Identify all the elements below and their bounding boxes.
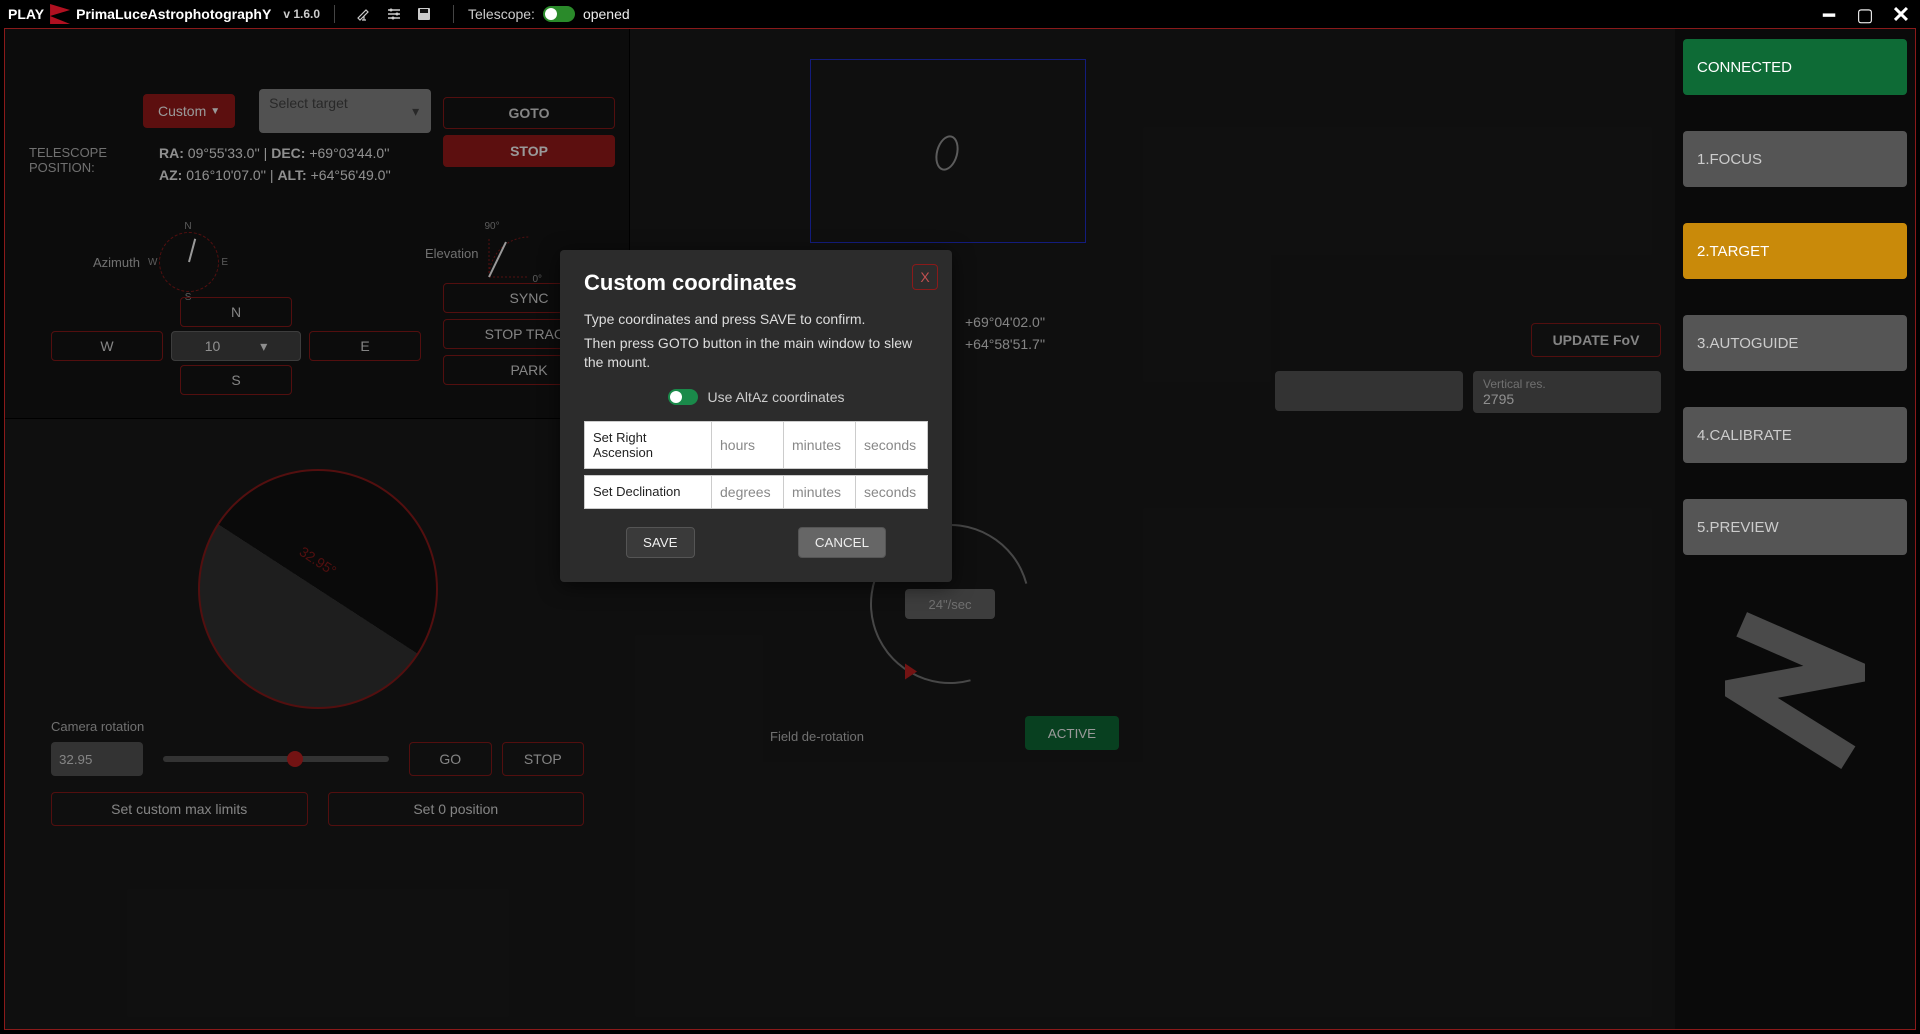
modal-help-2: Then press GOTO button in the main windo… bbox=[584, 334, 928, 373]
connected-status[interactable]: CONNECTED bbox=[1683, 39, 1907, 95]
preview-frame bbox=[810, 59, 1086, 243]
speed-select[interactable]: 10▾ bbox=[171, 331, 301, 361]
telescope-status: opened bbox=[583, 6, 630, 22]
title-bar: PLAY PrimaLuceAstrophotographY v 1.6.0 T… bbox=[0, 0, 1920, 28]
ra-label: Set Right Ascension bbox=[584, 421, 712, 469]
dec-degrees-input[interactable] bbox=[712, 475, 784, 509]
dec-label: Set Declination bbox=[584, 475, 712, 509]
target-placeholder: Select target bbox=[269, 95, 348, 111]
nav-focus[interactable]: 1.FOCUS bbox=[1683, 131, 1907, 187]
update-fov-button[interactable]: UPDATE FoV bbox=[1531, 323, 1661, 357]
elevation-dial: 90° 0° bbox=[484, 221, 534, 285]
brand-play: PLAY bbox=[8, 6, 44, 22]
north-button[interactable]: N bbox=[180, 297, 292, 327]
res-box-2[interactable] bbox=[1275, 371, 1463, 411]
south-button[interactable]: S bbox=[180, 365, 292, 395]
rotator-dial: 32.95° bbox=[198, 469, 438, 709]
telescope-toggle[interactable] bbox=[543, 6, 575, 22]
dec-seconds-input[interactable] bbox=[856, 475, 928, 509]
direction-pad: N W 10▾ E S bbox=[41, 293, 431, 399]
maximize-button[interactable]: ▢ bbox=[1852, 5, 1878, 26]
camera-rotation-label: Camera rotation bbox=[51, 719, 584, 734]
telescope-icon[interactable] bbox=[355, 5, 373, 23]
ra-row: Set Right Ascension bbox=[584, 421, 928, 469]
custom-dropdown[interactable]: Custom▼ bbox=[143, 94, 235, 128]
chevron-down-icon: ▾ bbox=[260, 338, 267, 355]
position-label: TELESCOPE POSITION: bbox=[29, 145, 107, 175]
rotation-input[interactable] bbox=[51, 742, 143, 776]
rotation-slider[interactable] bbox=[163, 756, 389, 762]
version-label: v 1.6.0 bbox=[283, 7, 320, 21]
custom-coordinates-modal: Custom coordinates X Type coordinates an… bbox=[560, 250, 952, 582]
modal-help-1: Type coordinates and press SAVE to confi… bbox=[584, 310, 928, 330]
app-frame: Custom▼ Select target ▾ GOTO STOP TELESC… bbox=[4, 28, 1916, 1030]
altaz-toggle-label: Use AltAz coordinates bbox=[708, 389, 845, 405]
telescope-label: Telescope: bbox=[468, 6, 535, 22]
separator bbox=[334, 5, 335, 23]
vertical-res-box[interactable]: Vertical res. 2795 bbox=[1473, 371, 1661, 413]
stop-button[interactable]: STOP bbox=[443, 135, 615, 167]
east-button[interactable]: E bbox=[309, 331, 421, 361]
target-coords: +69°04'02.0'' +64°58'51.7'' bbox=[965, 314, 1045, 352]
brand-logo-large-icon bbox=[1683, 591, 1907, 791]
nav-calibrate[interactable]: 4.CALIBRATE bbox=[1683, 407, 1907, 463]
save-icon[interactable] bbox=[415, 5, 433, 23]
set-limits-button[interactable]: Set custom max limits bbox=[51, 792, 308, 826]
nav-preview[interactable]: 5.PREVIEW bbox=[1683, 499, 1907, 555]
close-button[interactable]: ✕ bbox=[1888, 2, 1914, 28]
modal-title: Custom coordinates bbox=[584, 270, 928, 296]
modal-save-button[interactable]: SAVE bbox=[626, 527, 695, 558]
altaz-toggle[interactable] bbox=[668, 389, 698, 405]
nav-autoguide[interactable]: 3.AUTOGUIDE bbox=[1683, 315, 1907, 371]
modal-close-button[interactable]: X bbox=[912, 264, 938, 290]
ra-minutes-input[interactable] bbox=[784, 421, 856, 469]
derotator-marker-icon bbox=[905, 664, 917, 680]
dec-minutes-input[interactable] bbox=[784, 475, 856, 509]
azimuth-label: Azimuth bbox=[93, 255, 140, 270]
brand-name: PrimaLuceAstrophotographY bbox=[76, 6, 271, 22]
west-button[interactable]: W bbox=[51, 331, 163, 361]
azimuth-dial bbox=[159, 232, 219, 292]
elevation-label: Elevation bbox=[425, 246, 478, 261]
goto-button[interactable]: GOTO bbox=[443, 97, 615, 129]
rotator-stop-button[interactable]: STOP bbox=[502, 742, 584, 776]
rotator-panel: 32.95° Camera rotation GO STOP Set custo… bbox=[5, 419, 630, 1029]
brand-logo-icon bbox=[50, 4, 70, 24]
telescope-panel: Custom▼ Select target ▾ GOTO STOP TELESC… bbox=[5, 29, 630, 419]
workflow-nav: CONNECTED 1.FOCUS 2.TARGET 3.AUTOGUIDE 4… bbox=[1675, 29, 1915, 1029]
rotator-go-button[interactable]: GO bbox=[409, 742, 491, 776]
minimize-button[interactable]: ━ bbox=[1816, 3, 1842, 28]
sliders-icon[interactable] bbox=[385, 5, 403, 23]
modal-cancel-button[interactable]: CANCEL bbox=[798, 527, 886, 558]
nav-target[interactable]: 2.TARGET bbox=[1683, 223, 1907, 279]
target-select[interactable]: Select target ▾ bbox=[259, 89, 431, 133]
derotator-speed: 24"/sec bbox=[905, 589, 995, 619]
ra-seconds-input[interactable] bbox=[856, 421, 928, 469]
chevron-down-icon: ▾ bbox=[412, 103, 419, 120]
brand: PLAY PrimaLuceAstrophotographY bbox=[8, 4, 271, 24]
separator bbox=[453, 5, 454, 23]
dec-row: Set Declination bbox=[584, 475, 928, 509]
star-marker-icon bbox=[932, 133, 963, 173]
ra-hours-input[interactable] bbox=[712, 421, 784, 469]
set-zero-button[interactable]: Set 0 position bbox=[328, 792, 585, 826]
derotator-label: Field de-rotation bbox=[770, 729, 864, 744]
derotator-active-button[interactable]: ACTIVE bbox=[1025, 716, 1119, 750]
